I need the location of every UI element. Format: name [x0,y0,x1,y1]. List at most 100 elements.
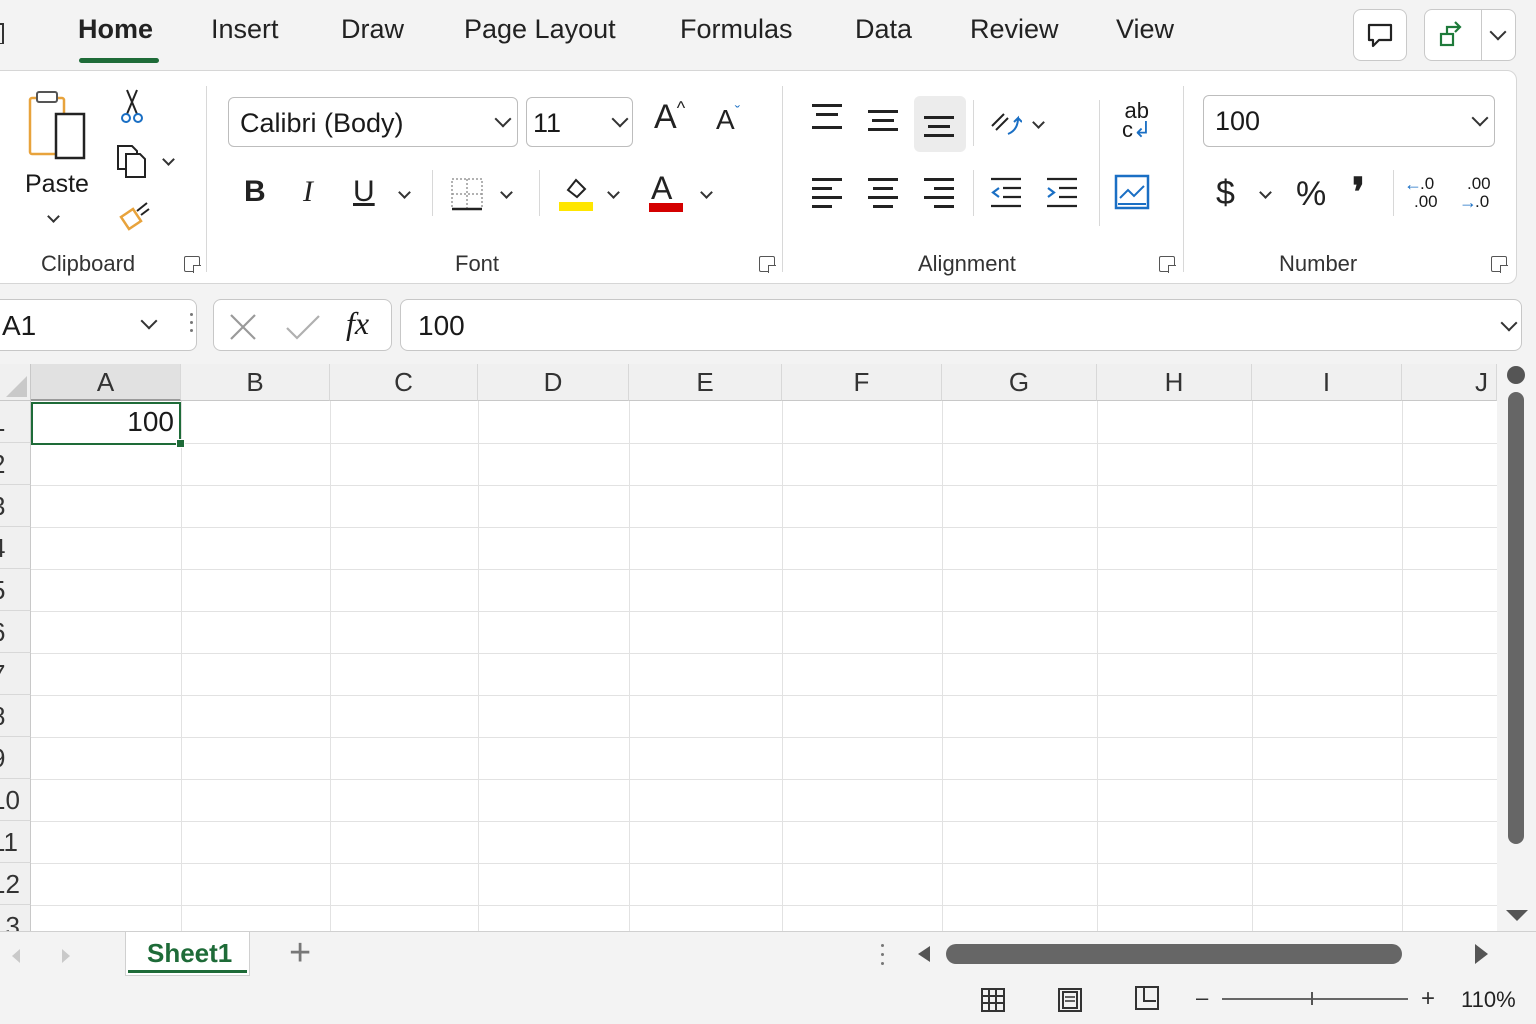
column-header-d[interactable]: D [478,364,629,401]
decrease-indent-icon[interactable] [989,176,1023,210]
column-header-a[interactable]: A [31,364,181,401]
orientation-icon[interactable] [986,104,1022,140]
row-header-7[interactable]: 7 [0,653,31,695]
clipboard-dialog-launcher-icon[interactable] [184,256,201,273]
zoom-slider[interactable] [1222,992,1408,1005]
worksheet-grid[interactable]: ABCDEFGHIJ12345678910111213100 [0,364,1497,931]
gridline [31,611,1497,612]
scroll-right-button[interactable] [1475,944,1488,964]
underline-button[interactable]: U [353,175,375,209]
scroll-left-button[interactable] [918,946,930,962]
row-header-12[interactable]: 12 [0,863,31,905]
row-header-5[interactable]: 5 [0,569,31,611]
tab-split-handle-icon[interactable] [881,944,885,970]
file-tab-partial[interactable] [0,22,6,44]
wrap-text-button[interactable]: ab c↲ [1122,100,1151,141]
sheet-tab-label: Sheet1 [147,938,233,968]
font-name-combo[interactable]: Calibri (Body) [228,97,518,147]
sheet-scroll-left-icon[interactable] [12,949,20,963]
row-header-11[interactable]: 11 [0,821,31,863]
borders-icon[interactable] [450,177,484,211]
alignment-dialog-launcher-icon[interactable] [1159,256,1176,273]
normal-view-icon[interactable] [980,987,1006,1013]
scroll-up-button[interactable] [1507,366,1525,384]
column-header-i[interactable]: I [1252,364,1402,401]
column-header-c[interactable]: C [330,364,478,401]
comments-button[interactable] [1353,9,1407,61]
insert-function-button[interactable]: fx [346,305,369,342]
zoom-level[interactable]: 110% [1461,987,1516,1013]
vertical-scrollbar-thumb[interactable] [1508,392,1524,844]
column-header-e[interactable]: E [629,364,782,401]
enter-check-icon[interactable] [284,312,322,342]
row-header-3[interactable]: 3 [0,485,31,527]
copy-icon[interactable] [115,143,151,179]
decrease-decimal-button[interactable]: .00 → .0 [1459,174,1499,214]
page-layout-view-icon[interactable] [1057,987,1083,1013]
row-header-4[interactable]: 4 [0,527,31,569]
align-left-icon[interactable] [812,178,844,208]
italic-button[interactable]: I [303,175,313,209]
number-dialog-launcher-icon[interactable] [1491,256,1508,273]
paste-button[interactable]: Paste [20,88,90,234]
bold-button[interactable]: B [244,175,266,209]
number-group-label: Number [1279,251,1358,276]
currency-button[interactable]: $ [1216,174,1235,213]
horizontal-scrollbar-thumb[interactable] [946,944,1402,964]
zoom-in-button[interactable]: + [1421,985,1435,1013]
row-header-2[interactable]: 2 [0,443,31,485]
zoom-slider-thumb[interactable] [1311,992,1313,1005]
tab-page-layout[interactable]: Page Layout [464,14,616,45]
percent-button[interactable]: % [1296,175,1326,214]
font-color-button[interactable]: A [651,170,672,207]
fill-color-icon[interactable] [558,172,594,214]
increase-indent-icon[interactable] [1045,176,1079,210]
decrease-font-size-button[interactable]: Aˇ [716,104,740,136]
resize-handle-icon[interactable] [190,313,194,337]
row-header-6[interactable]: 6 [0,611,31,653]
tab-review[interactable]: Review [970,14,1059,45]
column-header-f[interactable]: F [782,364,942,401]
tab-home[interactable]: Home [78,14,153,45]
tab-insert[interactable]: Insert [211,14,279,45]
column-header-g[interactable]: G [942,364,1097,401]
row-header-10[interactable]: 10 [0,779,31,821]
fill-handle[interactable] [176,439,185,448]
align-bottom-button[interactable] [914,96,966,152]
row-header-8[interactable]: 8 [0,695,31,737]
increase-font-size-button[interactable]: A^ [654,98,685,137]
align-center-icon[interactable] [868,178,900,208]
name-box[interactable]: A1 [0,299,197,351]
increase-decimal-button[interactable]: ← .0 .00 [1404,174,1444,214]
row-header-13[interactable]: 13 [0,905,31,931]
align-top-icon[interactable] [812,104,844,130]
select-all-corner[interactable] [0,364,31,401]
row-header-1[interactable]: 1 [0,401,31,443]
font-dialog-launcher-icon[interactable] [759,256,776,273]
page-break-view-icon[interactable] [1134,985,1160,1011]
row-header-9[interactable]: 9 [0,737,31,779]
scroll-down-button[interactable] [1506,910,1528,921]
cut-icon[interactable] [118,88,146,126]
sheet-scroll-right-icon[interactable] [62,949,70,963]
column-header-b[interactable]: B [181,364,330,401]
column-header-j[interactable]: J [1402,364,1497,401]
align-middle-icon[interactable] [868,108,900,134]
sheet-tab-sheet1[interactable]: Sheet1 [125,932,250,976]
share-button[interactable] [1424,9,1516,61]
font-size-combo[interactable]: 11 [526,97,633,147]
formula-input[interactable]: 100 [400,299,1522,351]
format-painter-icon[interactable] [117,199,153,231]
tab-formulas[interactable]: Formulas [680,14,793,45]
cancel-icon[interactable] [228,312,258,342]
number-format-combo[interactable]: 100 [1203,95,1495,147]
column-header-h[interactable]: H [1097,364,1252,401]
tab-data[interactable]: Data [855,14,912,45]
tab-draw[interactable]: Draw [341,14,404,45]
add-sheet-button[interactable]: + [289,932,311,975]
zoom-out-button[interactable]: – [1196,985,1208,1011]
comma-style-button[interactable]: ❜ [1352,170,1365,216]
merge-center-icon[interactable] [1114,174,1150,210]
tab-view[interactable]: View [1116,14,1174,45]
align-right-icon[interactable] [924,178,956,208]
